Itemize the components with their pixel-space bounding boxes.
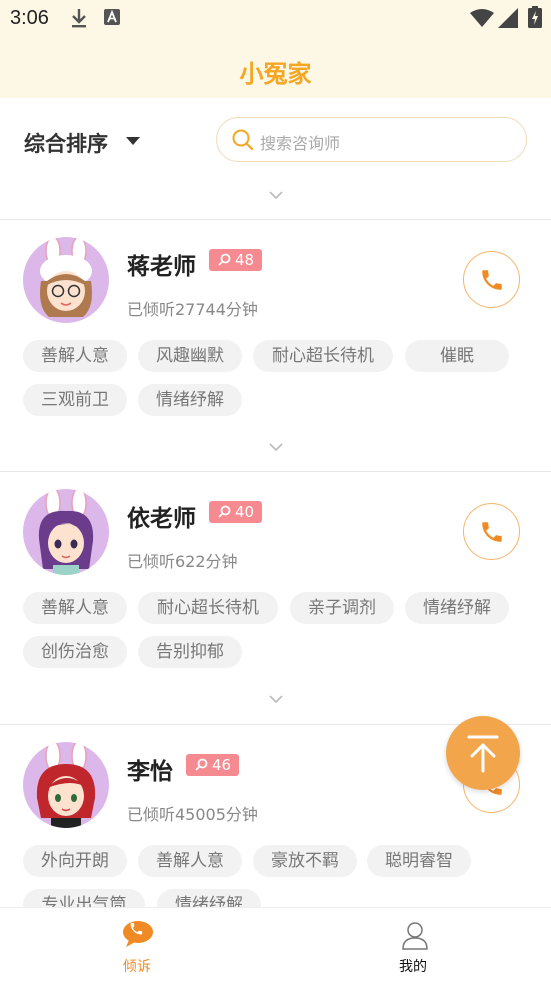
tab-mine[interactable]: 我的 [372, 908, 458, 982]
search-icon [232, 129, 254, 151]
tab-label: 倾诉 [123, 959, 151, 975]
tag: 善解人意 [23, 592, 127, 624]
tag: 善解人意 [138, 845, 242, 877]
sort-dropdown[interactable]: 综合排序 [24, 128, 108, 158]
tag: 聪明睿智 [367, 845, 471, 877]
tag: 亲子调剂 [290, 592, 394, 624]
rating-badge: 48 [209, 249, 263, 271]
tag: 催眠 [405, 340, 509, 372]
chevron-down-icon[interactable] [268, 442, 284, 452]
chevron-down-icon[interactable] [268, 694, 284, 704]
tag: 豪放不羁 [253, 845, 357, 877]
tab-confide[interactable]: 倾诉 [95, 908, 181, 982]
badge-count: 48 [235, 251, 255, 269]
tab-label: 我的 [399, 959, 427, 975]
listened-minutes: 已倾听622分钟 [127, 552, 238, 571]
tag: 告别抑郁 [138, 636, 242, 668]
counselor-name: 李怡 [127, 759, 173, 785]
app-title: 小冤家 [239, 60, 312, 88]
counselor-card[interactable]: 依老师 40 已倾听622分钟 善解人意 耐心超长待机 亲子调剂 情绪纾解 创伤… [0, 472, 551, 724]
status-bar: 3:06 [0, 0, 551, 38]
caret-down-icon[interactable] [126, 137, 140, 145]
tag: 耐心超长待机 [253, 340, 393, 372]
counselor-card[interactable]: 蒋老师 48 已倾听27744分钟 善解人意 风趣幽默 耐心超长待机 催眠 三观… [0, 220, 551, 471]
tag: 耐心超长待机 [138, 592, 278, 624]
badge-count: 40 [235, 503, 255, 521]
call-button[interactable] [463, 251, 520, 308]
call-button[interactable] [463, 503, 520, 560]
bottom-tab-bar: 倾诉 我的 [0, 907, 551, 982]
arrow-up-icon [467, 735, 499, 773]
tag: 创伤治愈 [23, 636, 127, 668]
scroll-to-top-button[interactable] [446, 716, 520, 790]
status-time: 3:06 [10, 7, 49, 29]
avatar [23, 742, 109, 828]
avatar [23, 237, 109, 323]
tag: 情绪纾解 [138, 384, 242, 416]
search-small-icon [195, 758, 208, 771]
download-icon [70, 8, 88, 32]
keyboard-a-icon [104, 8, 120, 30]
phone-icon [482, 522, 502, 542]
badge-count: 46 [212, 756, 232, 774]
wifi-icon [470, 9, 494, 31]
avatar [23, 489, 109, 575]
listened-minutes: 已倾听27744分钟 [127, 300, 258, 319]
rating-badge: 46 [186, 754, 240, 776]
rating-badge: 40 [209, 501, 263, 523]
search-small-icon [218, 505, 231, 518]
listened-minutes: 已倾听45005分钟 [127, 805, 258, 824]
user-icon [402, 922, 428, 950]
counselor-name: 蒋老师 [127, 254, 196, 280]
tag: 善解人意 [23, 340, 127, 372]
tag: 情绪纾解 [405, 592, 509, 624]
signal-icon [498, 8, 518, 32]
battery-icon [528, 6, 542, 32]
phone-bubble-icon [123, 921, 153, 947]
tag: 外向开朗 [23, 845, 127, 877]
tag: 三观前卫 [23, 384, 127, 416]
phone-icon [482, 270, 502, 290]
search-input[interactable]: 搜索咨询师 [216, 117, 527, 162]
search-placeholder: 搜索咨询师 [260, 134, 341, 153]
chevron-down-icon[interactable] [268, 190, 284, 200]
counselor-name: 依老师 [127, 506, 196, 532]
tag: 风趣幽默 [138, 340, 242, 372]
search-small-icon [218, 253, 231, 266]
app-header: 小冤家 [0, 38, 551, 98]
